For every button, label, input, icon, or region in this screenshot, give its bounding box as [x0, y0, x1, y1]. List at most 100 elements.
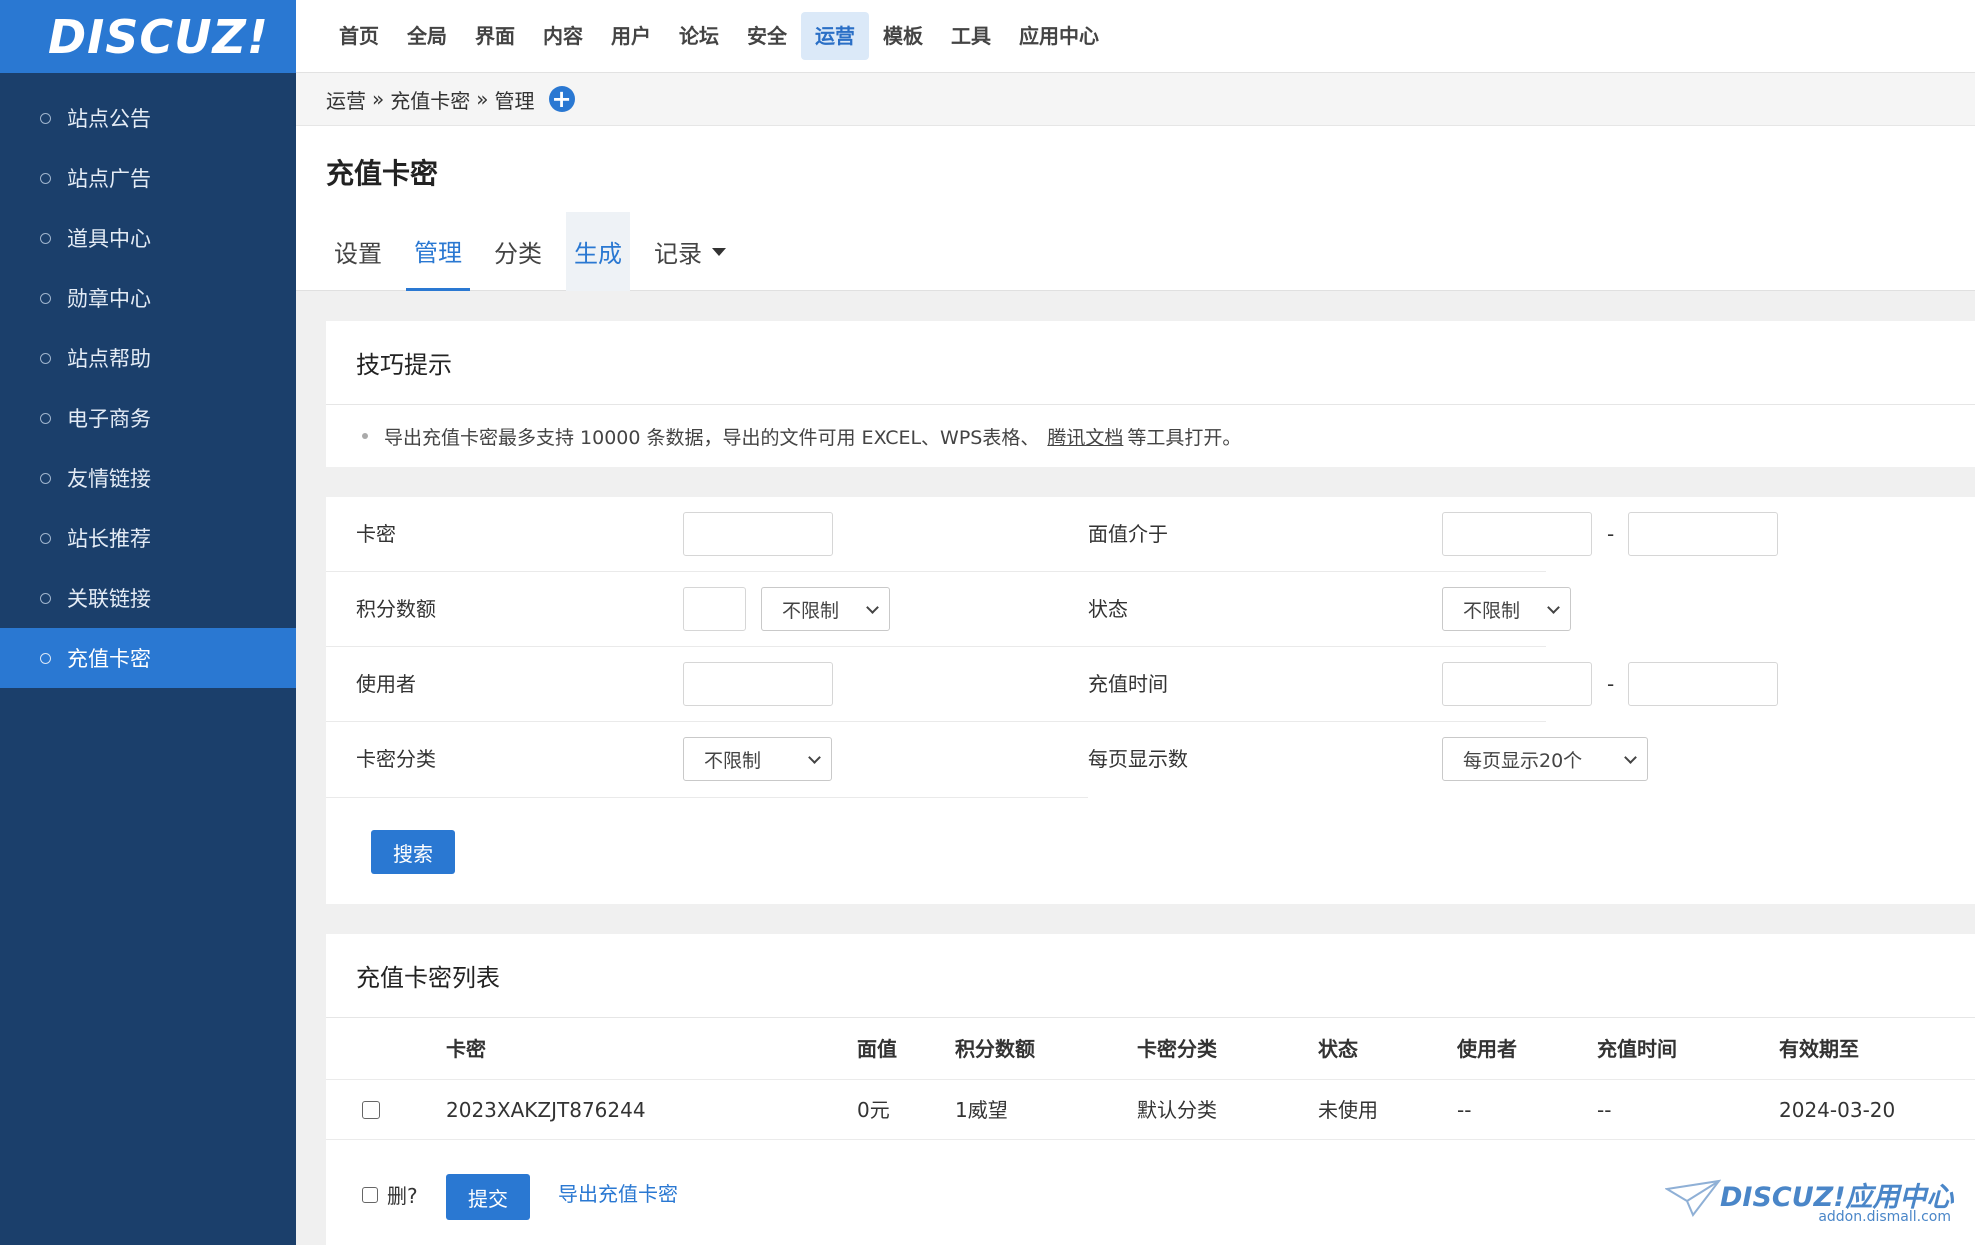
topnav-home[interactable]: 首页 — [325, 12, 393, 60]
search-row: 卡密分类 不限制 每页显示数 每页显示20个 — [326, 722, 1648, 798]
sidebar-item-announcement[interactable]: 站点公告 — [0, 88, 296, 148]
sidebar-item-label: 道具中心 — [67, 227, 151, 251]
col-card: 卡密 — [446, 1037, 486, 1061]
tips-body: 导出充值卡密最多支持 10000 条数据，导出的文件可用 EXCEL、WPS表格… — [326, 405, 1975, 467]
topnav-forum[interactable]: 论坛 — [665, 12, 733, 60]
perpage-select[interactable]: 每页显示20个 — [1442, 737, 1648, 781]
sidebar: DISCUZ! 站点公告 站点广告 道具中心 勋章中心 站点帮助 电子商务 友情… — [0, 0, 296, 1245]
discuz-logo[interactable]: DISCUZ! — [0, 0, 296, 73]
topnav-content[interactable]: 内容 — [529, 12, 597, 60]
tips-text: 导出充值卡密最多支持 10000 条数据，导出的文件可用 EXCEL、WPS表格… — [384, 426, 1040, 449]
circle-icon — [40, 412, 51, 424]
topnav-tools[interactable]: 工具 — [937, 12, 1005, 60]
circle-icon — [40, 112, 51, 124]
submit-button[interactable]: 提交 — [446, 1174, 530, 1220]
sidebar-item-card[interactable]: 充值卡密 — [0, 628, 296, 688]
cell-credit: 1威望 — [955, 1098, 1008, 1122]
search-form: 卡密 面值介于 - 积分数额 不限制 状态 不限制 使用者 充值时间 - 卡密分… — [326, 497, 1975, 904]
table-row: 2023XAKZJT876244 0元 1威望 默认分类 未使用 -- -- 2… — [326, 1080, 1975, 1140]
value-range-label: 面值介于 — [1088, 522, 1168, 546]
circle-icon — [40, 232, 51, 244]
tab-generate[interactable]: 生成 — [566, 212, 630, 291]
sidebar-item-ads[interactable]: 站点广告 — [0, 148, 296, 208]
tab-manage[interactable]: 管理 — [406, 212, 470, 291]
col-status: 状态 — [1318, 1037, 1358, 1061]
category-label: 卡密分类 — [356, 747, 436, 771]
sidebar-item-label: 电子商务 — [67, 407, 151, 431]
status-label: 状态 — [1088, 597, 1128, 621]
value-max-input[interactable] — [1628, 512, 1778, 556]
sidebar-item-label: 站长推荐 — [67, 527, 151, 551]
chevron-down-icon — [1624, 751, 1637, 764]
row-checkbox[interactable] — [362, 1101, 380, 1119]
logo-text: DISCUZ! — [48, 9, 269, 64]
select-value: 不限制 — [782, 599, 840, 622]
time-end-input[interactable] — [1628, 662, 1778, 706]
sidebar-item-recommend[interactable]: 站长推荐 — [0, 508, 296, 568]
topnav-interface[interactable]: 界面 — [461, 12, 529, 60]
circle-icon — [40, 352, 51, 364]
circle-icon — [40, 652, 51, 664]
perpage-label: 每页显示数 — [1088, 747, 1188, 771]
tab-settings[interactable]: 设置 — [326, 212, 390, 291]
sidebar-item-medal[interactable]: 勋章中心 — [0, 268, 296, 328]
status-select[interactable]: 不限制 — [1442, 587, 1571, 631]
cell-card: 2023XAKZJT876244 — [446, 1098, 646, 1122]
category-select[interactable]: 不限制 — [683, 737, 832, 781]
sidebar-item-label: 充值卡密 — [67, 647, 151, 671]
select-value: 每页显示20个 — [1463, 749, 1583, 772]
sidebar-item-label: 友情链接 — [67, 467, 151, 491]
sidebar-item-relatedlinks[interactable]: 关联链接 — [0, 568, 296, 628]
export-link[interactable]: 导出充值卡密 — [558, 1166, 678, 1226]
search-button[interactable]: 搜索 — [371, 830, 455, 874]
sidebar-item-magic[interactable]: 道具中心 — [0, 208, 296, 268]
list-title: 充值卡密列表 — [326, 934, 1975, 1018]
sidebar-item-ecommerce[interactable]: 电子商务 — [0, 388, 296, 448]
range-separator: - — [1607, 672, 1615, 696]
sidebar-item-friendlinks[interactable]: 友情链接 — [0, 448, 296, 508]
col-value: 面值 — [857, 1037, 897, 1061]
chevron-down-icon — [866, 601, 879, 614]
tab-category[interactable]: 分类 — [486, 212, 550, 291]
topnav-appcenter[interactable]: 应用中心 — [1005, 12, 1113, 60]
card-label: 卡密 — [356, 522, 396, 546]
col-category: 卡密分类 — [1137, 1037, 1217, 1061]
topnav-security[interactable]: 安全 — [733, 12, 801, 60]
breadcrumb-card[interactable]: 充值卡密 — [390, 85, 470, 114]
tips-card: 技巧提示 导出充值卡密最多支持 10000 条数据，导出的文件可用 EXCEL、… — [326, 321, 1975, 467]
col-credit: 积分数额 — [955, 1037, 1035, 1061]
delete-checkbox[interactable] — [362, 1187, 378, 1203]
breadcrumb: 运营 » 充值卡密 » 管理 + — [296, 73, 1975, 126]
time-label: 充值时间 — [1088, 672, 1168, 696]
topnav-global[interactable]: 全局 — [393, 12, 461, 60]
sidebar-item-label: 站点帮助 — [67, 347, 151, 371]
credit-type-select[interactable]: 不限制 — [761, 587, 890, 631]
value-min-input[interactable] — [1442, 512, 1592, 556]
select-value: 不限制 — [704, 749, 762, 772]
search-row: 积分数额 不限制 状态 不限制 — [326, 572, 1571, 647]
delete-label: 删? — [387, 1184, 418, 1208]
paper-plane-icon — [1665, 1179, 1721, 1217]
user-input[interactable] — [683, 662, 833, 706]
range-separator: - — [1607, 522, 1615, 546]
tencent-docs-link[interactable]: 腾讯文档 — [1047, 423, 1123, 450]
topnav-user[interactable]: 用户 — [597, 12, 665, 60]
topnav-operation[interactable]: 运营 — [801, 12, 869, 60]
plus-circle-icon[interactable]: + — [548, 86, 575, 112]
circle-icon — [40, 172, 51, 184]
time-start-input[interactable] — [1442, 662, 1592, 706]
cell-user: -- — [1457, 1098, 1472, 1122]
credit-input[interactable] — [683, 587, 746, 631]
topnav-template[interactable]: 模板 — [869, 12, 937, 60]
circle-icon — [40, 532, 51, 544]
breadcrumb-operation[interactable]: 运营 — [326, 85, 366, 114]
bullet-icon — [362, 433, 368, 439]
watermark-url: addon.dismall.com — [1818, 1209, 1951, 1225]
breadcrumb-manage: 管理 — [494, 88, 535, 113]
sidebar-item-help[interactable]: 站点帮助 — [0, 328, 296, 388]
cell-status: 未使用 — [1318, 1098, 1378, 1122]
tab-records[interactable]: 记录 — [646, 212, 734, 291]
table-header: 卡密 面值 积分数额 卡密分类 状态 使用者 充值时间 有效期至 — [326, 1018, 1975, 1080]
card-input[interactable] — [683, 512, 833, 556]
cell-expiry: 2024-03-20 — [1779, 1098, 1896, 1122]
